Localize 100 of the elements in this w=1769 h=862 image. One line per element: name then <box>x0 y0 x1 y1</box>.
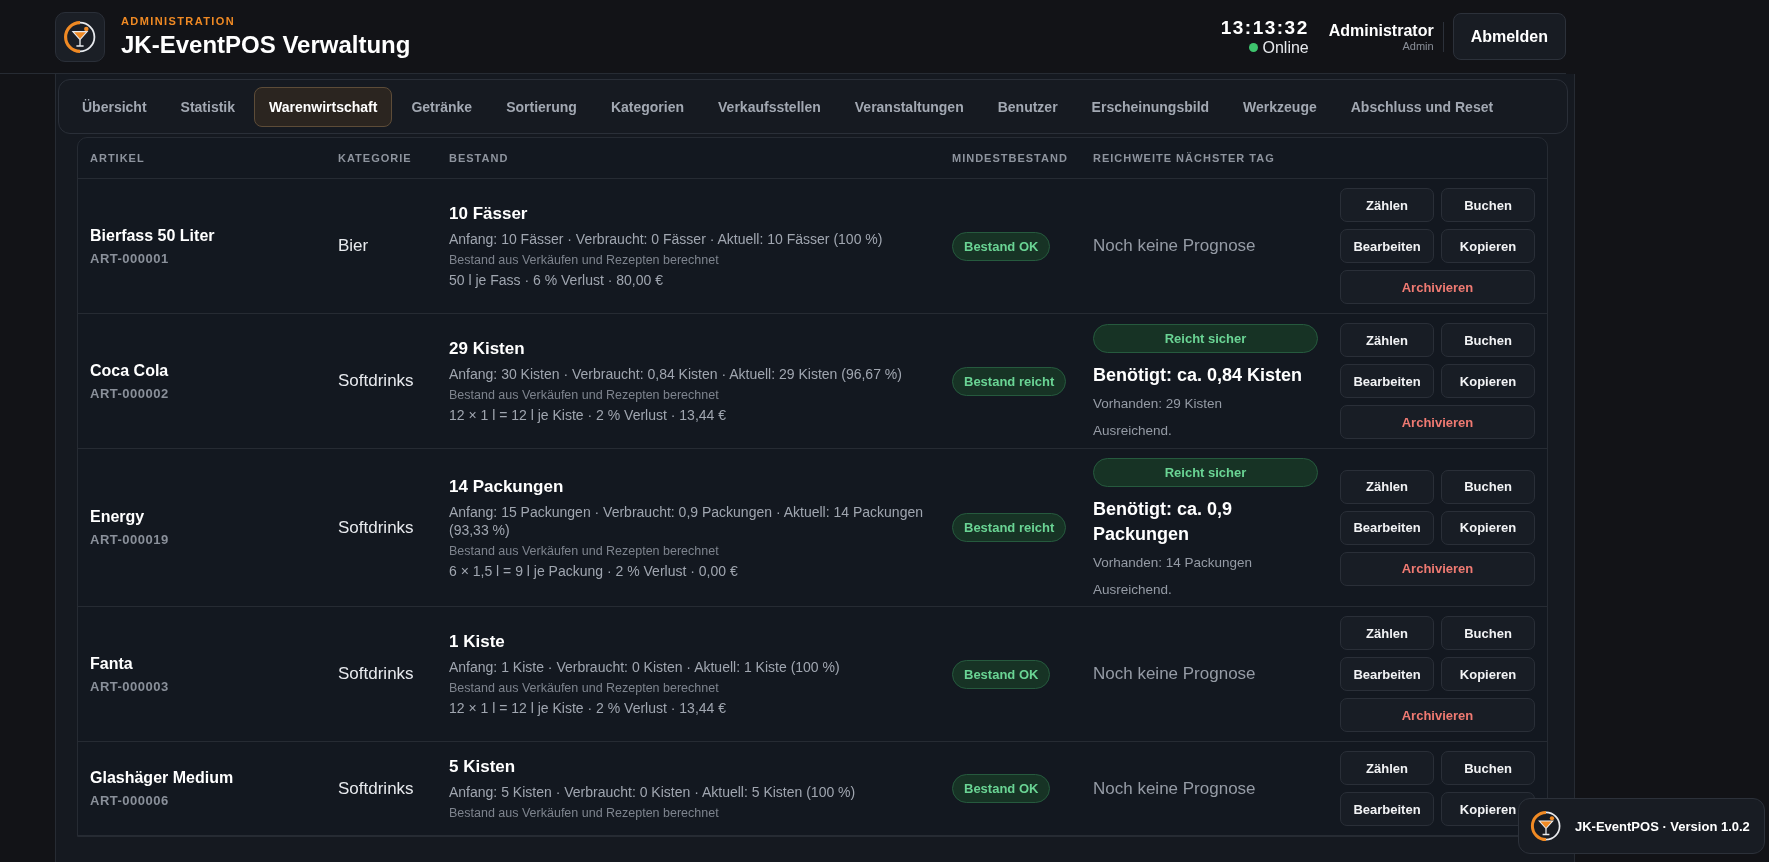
stock-amount: 10 Fässer <box>449 204 529 224</box>
nav-tab[interactable]: Benutzer <box>982 86 1073 127</box>
pack-info: 50 l je Fass · 6 % Verlust · 80,00 € <box>449 272 664 288</box>
action-button[interactable]: Zählen <box>1340 751 1434 785</box>
stock-source-note: Bestand aus Verkäufen und Rezepten berechnet <box>449 253 720 267</box>
section-eyebrow: ADMINISTRATION <box>121 14 237 27</box>
required-amount: Benötigt: ca. 0,9 Packungen <box>1093 498 1234 546</box>
minimum-stock-badge: Bestand OK <box>952 774 1051 803</box>
pack-info: 12 × 1 l = 12 l je Kiste · 2 % Verlust · 13,44 € <box>449 700 728 716</box>
article-code: ART-000002 <box>90 385 170 401</box>
article-code: ART-000019 <box>90 532 170 547</box>
nav-tab[interactable]: Warenwirtschaft <box>254 86 393 127</box>
nav-tab[interactable]: Übersicht <box>67 86 162 127</box>
stock-source-note: Bestand aus Verkäufen und Rezepten berechnet <box>449 543 720 558</box>
stock-source-note: Bestand aus Verkäufen und Rezepten berechnet <box>449 388 720 402</box>
user-name: Administrator <box>1328 21 1434 40</box>
category-cell-text: Bier <box>338 236 370 256</box>
minimum-stock-badge: Bestand reicht <box>952 366 1067 396</box>
action-button[interactable]: Archivieren <box>1340 270 1535 304</box>
action-button[interactable]: Zählen <box>1340 323 1434 357</box>
article-name: Glashäger Medium <box>90 769 235 787</box>
stock-amount: 5 Kisten <box>449 757 517 777</box>
category-cell-text: Softdrinks <box>338 778 415 799</box>
action-button[interactable]: Archivieren <box>1340 551 1535 586</box>
clock-time: 13:13:32 <box>1220 16 1309 39</box>
article-name: Fanta <box>90 654 134 673</box>
pack-info: 12 × 1 l = 12 l je Kiste · 2 % Verlust · 13,44 € <box>449 407 728 423</box>
action-button[interactable]: Buchen <box>1441 751 1535 785</box>
verdict-text: Ausreichend. <box>1093 582 1173 597</box>
article-code: ART-000003 <box>90 678 170 694</box>
nav-tab[interactable]: Erscheinungsbild <box>1076 86 1225 127</box>
pack-info: 6 × 1,5 l = 9 l je Packung · 2 % Verlust · 0,00 € <box>449 562 739 579</box>
article-code: ART-000001 <box>90 250 170 266</box>
minimum-stock-badge: Bestand OK <box>952 231 1051 261</box>
forecast-text: Noch keine Prognose <box>1093 236 1257 256</box>
action-button[interactable]: Archivieren <box>1340 405 1535 439</box>
cocktail-logo-icon <box>1529 809 1563 843</box>
verdict-text: Ausreichend. <box>1093 423 1173 438</box>
logout-button[interactable]: Abmelden <box>1452 13 1566 60</box>
nav-tab[interactable]: Getränke <box>396 86 488 127</box>
action-button[interactable]: Kopieren <box>1441 364 1535 398</box>
action-button[interactable]: Zählen <box>1340 188 1434 222</box>
stock-detail: Anfang: 5 Kisten · Verbraucht: 0 Kisten · Aktuell: 5 Kisten (100 %) <box>449 783 857 801</box>
article-name: Coca Cola <box>90 361 170 380</box>
stock-amount: 14 Packungen <box>449 476 565 497</box>
stock-detail: Anfang: 1 Kiste · Verbraucht: 0 Kisten · Aktuell: 1 Kiste (100 %) <box>449 658 841 676</box>
column-header: KATEGORIE <box>337 152 413 164</box>
article-name: Bierfass 50 Liter <box>90 226 216 245</box>
available-text: Vorhanden: 29 Kisten <box>1093 396 1224 411</box>
action-button[interactable]: Kopieren <box>1441 229 1535 263</box>
action-button[interactable]: Kopieren <box>1441 510 1535 545</box>
action-button[interactable]: Kopieren <box>1441 657 1535 691</box>
app-title: JK-EventPOS Verwaltung <box>121 30 412 59</box>
action-button[interactable]: Bearbeiten <box>1340 510 1434 545</box>
action-button[interactable]: Zählen <box>1340 469 1434 504</box>
column-header: BESTAND <box>448 152 510 164</box>
forecast-text: Noch keine Prognose <box>1093 664 1257 684</box>
article-code: ART-000006 <box>90 793 170 808</box>
category-cell-text: Softdrinks <box>338 664 415 684</box>
action-button[interactable]: Bearbeiten <box>1340 792 1434 826</box>
user-role: Admin <box>1402 39 1434 52</box>
nav-tab[interactable]: Abschluss und Reset <box>1335 86 1509 127</box>
available-text: Vorhanden: 14 Packungen <box>1093 555 1254 570</box>
category-cell-text: Softdrinks <box>338 517 415 538</box>
column-header: MINDESTBESTAND <box>951 152 1069 164</box>
status-badge: Reicht sicher <box>1093 324 1318 353</box>
status-label: Online <box>1262 38 1309 57</box>
stock-detail: Anfang: 10 Fässer · Verbraucht: 0 Fässer · Aktuell: 10 Fässer (100 %) <box>449 230 884 248</box>
version-text: JK-EventPOS · Version 1.0.2 <box>1575 818 1750 834</box>
nav-tab[interactable]: Veranstaltungen <box>839 86 979 127</box>
column-header: REICHWEITE NÄCHSTER TAG <box>1092 152 1276 164</box>
cocktail-logo-icon <box>62 18 98 55</box>
action-button[interactable]: Buchen <box>1441 323 1535 357</box>
stock-detail: Anfang: 15 Packungen · Verbraucht: 0,9 Packungen · Aktuell: 14 Packungen (93,33 %) <box>449 502 924 539</box>
action-button[interactable]: Buchen <box>1441 616 1535 650</box>
nav-tab[interactable]: Werkzeuge <box>1228 86 1332 127</box>
action-button[interactable]: Archivieren <box>1340 698 1535 732</box>
nav-tab[interactable]: Sortierung <box>491 86 592 127</box>
nav-tab[interactable]: Statistik <box>165 86 251 127</box>
category-cell-text: Softdrinks <box>338 371 415 391</box>
column-header: ARTIKEL <box>89 152 146 164</box>
required-amount: Benötigt: ca. 0,84 Kisten <box>1093 364 1304 387</box>
action-button[interactable]: Bearbeiten <box>1340 229 1434 263</box>
action-button[interactable]: Zählen <box>1340 616 1434 650</box>
action-button[interactable]: Bearbeiten <box>1340 364 1434 398</box>
stock-source-note: Bestand aus Verkäufen und Rezepten berechnet <box>449 681 720 695</box>
nav-tab[interactable]: Kategorien <box>595 86 700 127</box>
article-name: Energy <box>90 508 146 526</box>
forecast-text: Noch keine Prognose <box>1093 778 1257 799</box>
action-button[interactable]: Buchen <box>1441 469 1535 504</box>
minimum-stock-badge: Bestand reicht <box>952 513 1067 542</box>
stock-amount: 29 Kisten <box>449 339 526 359</box>
stock-source-note: Bestand aus Verkäufen und Rezepten berechnet <box>449 806 720 820</box>
action-button[interactable]: Buchen <box>1441 188 1535 222</box>
stock-amount: 1 Kiste <box>449 632 506 652</box>
stock-detail: Anfang: 30 Kisten · Verbraucht: 0,84 Kisten · Aktuell: 29 Kisten (96,67 %) <box>449 365 903 383</box>
action-button[interactable]: Bearbeiten <box>1340 657 1434 691</box>
minimum-stock-badge: Bestand OK <box>952 659 1051 689</box>
nav-tab[interactable]: Verkaufsstellen <box>703 86 836 127</box>
status-badge: Reicht sicher <box>1093 458 1318 487</box>
